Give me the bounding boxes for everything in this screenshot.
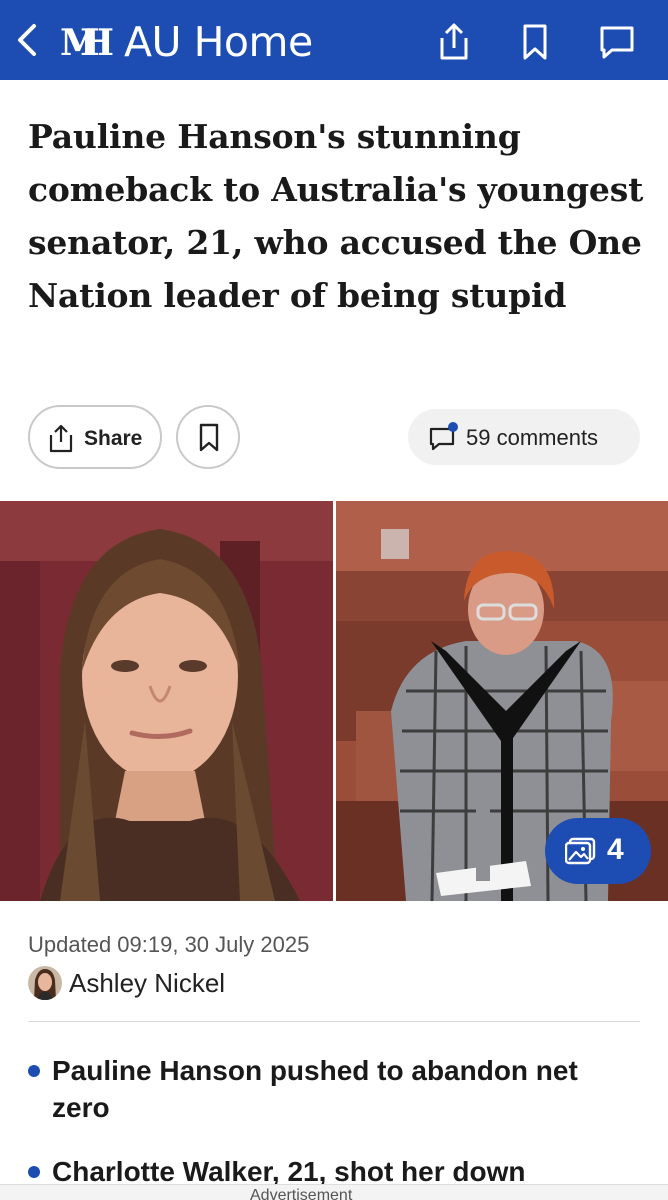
bullet-dot (28, 1166, 40, 1178)
comments-count: 59 comments (466, 425, 599, 450)
gallery-icon (565, 837, 596, 865)
advertisement-label: Advertisement (250, 1187, 353, 1200)
article-headline: Pauline Hanson's stunning comeback to Au… (28, 117, 644, 315)
share-label: Share (84, 427, 143, 450)
updated-timestamp: Updated 09:19, 30 July 2025 (28, 932, 310, 957)
gallery-button[interactable]: 4 (545, 818, 651, 884)
share-icon (47, 423, 75, 453)
gallery-count: 4 (607, 833, 624, 866)
bookmark-icon (199, 423, 219, 452)
divider (28, 1021, 640, 1022)
save-article-button[interactable] (176, 405, 240, 469)
article-photo-senator[interactable] (0, 501, 333, 901)
chevron-left-icon[interactable] (10, 18, 46, 62)
dailymail-logo-icon[interactable]: M H (60, 22, 114, 64)
comment-icon (428, 422, 460, 452)
bookmark-icon[interactable] (515, 20, 555, 64)
share-icon[interactable] (434, 20, 474, 64)
comments-button[interactable]: 59 comments (408, 409, 640, 465)
comment-icon[interactable] (596, 20, 636, 64)
top-bar: M H AU Home (0, 0, 668, 80)
key-point-text: Pauline Hanson pushed to abandon net zer… (52, 1055, 578, 1123)
svg-text:H: H (80, 22, 114, 62)
avatar (28, 966, 62, 1000)
author-name[interactable]: Ashley Nickel (69, 968, 225, 999)
advertisement-banner: Advertisement (0, 1184, 668, 1200)
page-title[interactable]: AU Home (124, 18, 313, 66)
share-button[interactable]: Share (28, 405, 162, 469)
bullet-dot (28, 1065, 40, 1077)
